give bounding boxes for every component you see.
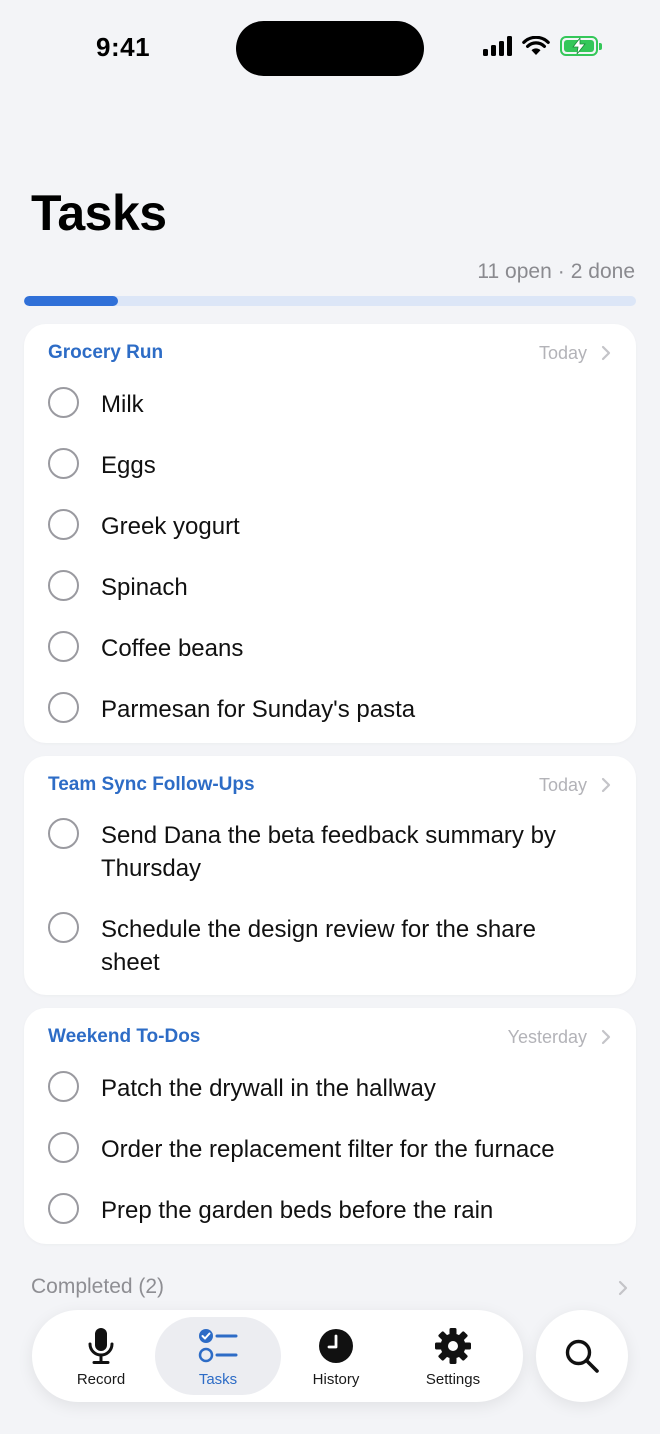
task-label: Schedule the design review for the share…: [101, 916, 536, 976]
group-title: Grocery Run: [48, 342, 164, 363]
task-checkbox[interactable]: [48, 448, 79, 479]
task-checkbox[interactable]: [48, 509, 79, 540]
task-checkbox[interactable]: [48, 1193, 79, 1224]
task-label: Milk: [101, 391, 144, 418]
clock-icon: [319, 1329, 353, 1363]
tab-label: Settings: [425, 1371, 481, 1388]
task-label: Order the replacement filter for the fur…: [101, 1136, 555, 1163]
task-item[interactable]: Order the replacement filter for the fur…: [24, 1132, 581, 1166]
chevron-right-icon: [601, 1029, 611, 1045]
search-icon: [565, 1339, 599, 1373]
group-date: Today: [538, 775, 587, 795]
task-checkbox[interactable]: [48, 1071, 79, 1102]
microphone-icon: [88, 1328, 114, 1364]
battery-charging-icon: [560, 36, 602, 56]
summary-separator: ·: [557, 260, 565, 283]
tab-label: Record: [76, 1371, 126, 1388]
group-header[interactable]: Team Sync Follow-Ups Today: [24, 756, 636, 812]
task-checkbox[interactable]: [48, 631, 79, 662]
task-checkbox[interactable]: [48, 912, 79, 943]
chevron-right-icon[interactable]: [616, 1277, 630, 1299]
tab-history[interactable]: History: [276, 1317, 396, 1395]
gear-icon: [435, 1328, 471, 1364]
status-icons: [483, 36, 602, 56]
task-label: Greek yogurt: [101, 513, 240, 540]
task-label: Spinach: [101, 574, 188, 601]
tasks-screen: 9:41 Tasks 11 open·2 done Grocery Run: [0, 0, 660, 1434]
task-item[interactable]: Patch the drywall in the hallway: [24, 1071, 581, 1105]
done-count: 2 done: [570, 260, 635, 283]
group-date: Today: [538, 343, 587, 363]
group-title: Weekend To-Dos: [48, 1026, 201, 1047]
group-date: Yesterday: [507, 1027, 587, 1047]
task-label: Prep the garden beds before the rain: [101, 1197, 494, 1224]
task-checkbox[interactable]: [48, 1132, 79, 1163]
tab-settings[interactable]: Settings: [393, 1317, 513, 1395]
chevron-right-icon: [601, 345, 611, 361]
task-label: Patch the drywall in the hallway: [101, 1075, 436, 1102]
task-label: Coffee beans: [101, 635, 244, 662]
checklist-icon: [198, 1329, 238, 1363]
group-header[interactable]: Grocery Run Today: [24, 324, 636, 380]
task-label: Send Dana the beta feedback summary by T…: [101, 822, 556, 882]
task-item[interactable]: Schedule the design review for the share…: [24, 912, 581, 979]
tab-record[interactable]: Record: [41, 1317, 161, 1395]
task-item[interactable]: Milk: [24, 387, 581, 421]
dynamic-island: [236, 21, 424, 76]
task-checkbox[interactable]: [48, 692, 79, 723]
task-item[interactable]: Parmesan for Sunday's pasta: [24, 692, 581, 726]
chevron-right-icon: [601, 777, 611, 793]
group-header[interactable]: Weekend To-Dos Yesterday: [24, 1008, 636, 1064]
progress-fill: [24, 296, 119, 306]
task-checkbox[interactable]: [48, 387, 79, 418]
task-label: Eggs: [101, 452, 156, 479]
status-bar: 9:41: [0, 0, 660, 96]
task-item[interactable]: Greek yogurt: [24, 509, 581, 543]
tab-tasks[interactable]: Tasks: [155, 1317, 281, 1395]
task-summary: 11 open · 2 done: [477, 260, 635, 284]
task-item[interactable]: Spinach: [24, 570, 581, 604]
task-group-card[interactable]: Team Sync Follow-Ups Today Send Dana the…: [24, 756, 636, 995]
completed-section-label[interactable]: Completed (2): [31, 1275, 164, 1299]
wifi-icon: [522, 36, 550, 55]
open-count: 11 open: [477, 260, 552, 283]
tab-label: Tasks: [198, 1371, 238, 1388]
progress-bar: [24, 296, 636, 306]
status-time: 9:41: [96, 32, 151, 62]
task-item[interactable]: Send Dana the beta feedback summary by T…: [24, 818, 581, 885]
task-group-card[interactable]: Weekend To-Dos Yesterday Patch the drywa…: [24, 1008, 636, 1244]
group-title: Team Sync Follow-Ups: [48, 774, 255, 795]
search-button[interactable]: [536, 1310, 628, 1402]
task-checkbox[interactable]: [48, 570, 79, 601]
task-label: Parmesan for Sunday's pasta: [101, 696, 416, 723]
task-checkbox[interactable]: [48, 818, 79, 849]
task-item[interactable]: Coffee beans: [24, 631, 581, 665]
tab-label: History: [312, 1371, 360, 1388]
page-title: Tasks: [31, 185, 167, 241]
tab-bar: Record Tasks History Settings: [32, 1310, 523, 1402]
task-item[interactable]: Prep the garden beds before the rain: [24, 1193, 581, 1227]
cellular-signal-icon: [483, 36, 512, 56]
task-item[interactable]: Eggs: [24, 448, 581, 482]
task-group-card[interactable]: Grocery Run Today Milk Eggs Greek yogurt…: [24, 324, 636, 743]
